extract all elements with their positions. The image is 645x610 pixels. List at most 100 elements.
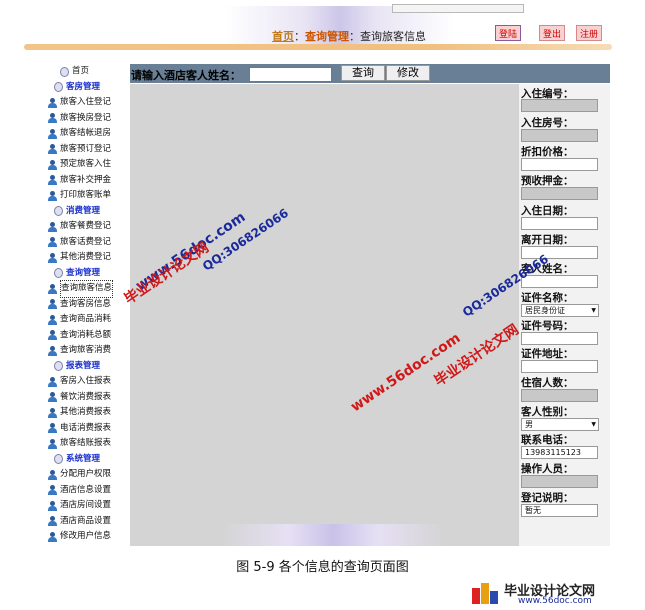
discount-label: 折扣价格：	[521, 146, 574, 158]
checkin-date-label: 入住日期：	[521, 205, 574, 217]
user-icon	[48, 159, 57, 170]
sidebar-item[interactable]: 餐饮消费报表	[48, 390, 130, 406]
user-icon	[48, 500, 57, 511]
gender-select[interactable]: 男 ▼	[521, 418, 599, 431]
guest-count-field[interactable]	[521, 389, 598, 402]
breadcrumb-separator: ：	[294, 30, 305, 43]
phone-field[interactable]: 13983115123	[521, 446, 598, 459]
sidebar-item-label: 查询旅客消费	[60, 345, 112, 355]
id-no-field[interactable]	[521, 332, 598, 345]
user-icon	[48, 407, 57, 418]
user-icon	[48, 128, 57, 139]
sidebar-category[interactable]: 消费管理	[48, 204, 130, 220]
sidebar-item-label: 电话消费报表	[60, 422, 112, 433]
user-icon	[48, 252, 57, 263]
room-no-field[interactable]	[521, 129, 598, 142]
sidebar-item[interactable]: 预定旅客入住	[48, 157, 130, 173]
sidebar-item-home[interactable]: 首页	[48, 64, 130, 80]
breadcrumb-separator: ：	[349, 30, 360, 43]
search-prompt-label: 请输入酒店客人姓名：	[131, 69, 241, 82]
sidebar-item[interactable]: 旅客餐费登记	[48, 219, 130, 235]
sidebar-category[interactable]: 报表管理	[48, 359, 130, 375]
sidebar-item-label: 旅客预订登记	[60, 143, 112, 154]
sidebar-category-label: 报表管理	[66, 360, 101, 371]
sidebar-item[interactable]: 打印旅客账单	[48, 188, 130, 204]
sidebar-item[interactable]: 其他消费报表	[48, 405, 130, 421]
note-field[interactable]: 暂无	[521, 504, 598, 517]
sidebar-item[interactable]: 查询旅客消费	[48, 343, 130, 359]
edit-button[interactable]: 修改	[386, 65, 430, 81]
user-icon	[48, 516, 57, 527]
sidebar-item[interactable]: 查询旅客信息	[48, 280, 130, 298]
sidebar-item[interactable]: 旅客换房登记	[48, 111, 130, 127]
sidebar-item[interactable]: 修改用户密码	[48, 545, 130, 547]
login-button[interactable]: 登陆	[495, 25, 521, 41]
register-button[interactable]: 注册	[576, 25, 602, 41]
user-icon	[48, 113, 57, 124]
sidebar-item[interactable]: 旅客补交押金	[48, 173, 130, 189]
user-icon	[48, 531, 57, 542]
user-icon	[48, 144, 57, 155]
checkout-date-field[interactable]	[521, 246, 598, 259]
sidebar-category[interactable]: 查询管理	[48, 266, 130, 282]
sidebar-item[interactable]: 查询客房信息	[48, 297, 130, 313]
header-top-box	[392, 4, 524, 13]
id-address-label: 证件地址：	[521, 348, 574, 360]
watermark-logo: 毕业设计论文网 www.56doc.com	[470, 580, 640, 608]
sidebar-item[interactable]: 电话消费报表	[48, 421, 130, 437]
discount-field[interactable]	[521, 158, 598, 171]
sidebar-item-label: 分配用户权限	[60, 469, 112, 479]
sidebar-item-label: 查询商品消耗	[60, 314, 112, 324]
sidebar-item[interactable]: 修改用户信息	[48, 529, 130, 545]
sidebar-category[interactable]: 系统管理	[48, 452, 130, 468]
sidebar-category[interactable]: 客房管理	[48, 80, 130, 96]
sidebar-item-label: 打印旅客账单	[60, 190, 112, 200]
user-icon	[48, 299, 57, 310]
id-type-value: 居民身份证	[525, 306, 565, 315]
sidebar-item[interactable]: 旅客预订登记	[48, 142, 130, 158]
results-grid-area[interactable]	[130, 84, 519, 546]
guest-name-field[interactable]	[521, 275, 598, 288]
id-address-field[interactable]	[521, 360, 598, 373]
breadcrumb-home-link[interactable]: 首页	[272, 30, 294, 43]
checkin-date-field[interactable]	[521, 217, 598, 230]
sidebar-item-label: 旅客结帐退房	[60, 128, 112, 138]
sidebar-item-label: 旅客入住登记	[60, 97, 112, 107]
user-icon	[48, 392, 57, 403]
sidebar-item[interactable]: 查询商品消耗	[48, 312, 130, 328]
logo-url: www.56doc.com	[518, 596, 592, 606]
breadcrumb-current: 查询旅客信息	[360, 30, 426, 43]
sidebar-item[interactable]: 酒店信息设置	[48, 483, 130, 499]
user-icon	[48, 469, 57, 480]
sidebar-item[interactable]: 其他消费登记	[48, 250, 130, 266]
search-button[interactable]: 查询	[341, 65, 385, 81]
sidebar-item[interactable]: 旅客话费登记	[48, 235, 130, 251]
operator-field[interactable]	[521, 475, 598, 488]
id-type-select[interactable]: 居民身份证 ▼	[521, 304, 599, 317]
sidebar-item-label: 首页	[72, 66, 90, 76]
dropdown-arrow-icon: ▼	[591, 307, 596, 314]
id-type-label: 证件名称：	[521, 292, 574, 304]
category-icon	[54, 82, 63, 93]
sidebar-item[interactable]: 分配用户权限	[48, 467, 130, 483]
sidebar-item[interactable]: 酒店房间设置	[48, 498, 130, 514]
sidebar-item[interactable]: 旅客结账报表	[48, 436, 130, 452]
checkin-no-field[interactable]	[521, 99, 598, 112]
sidebar-item-label: 旅客餐费登记	[60, 221, 112, 231]
user-icon	[48, 423, 57, 434]
sidebar-item[interactable]: 客房入住报表	[48, 374, 130, 390]
sidebar-item-label: 查询客房信息	[60, 298, 112, 309]
sidebar-item-label: 酒店信息设置	[60, 484, 112, 495]
category-icon	[54, 268, 63, 279]
logout-button[interactable]: 登出	[539, 25, 565, 41]
user-icon	[48, 330, 57, 341]
sidebar-category-label: 查询管理	[66, 267, 101, 278]
guest-name-search-input[interactable]	[249, 67, 332, 82]
sidebar-item[interactable]: 查询消耗总额	[48, 328, 130, 344]
deposit-field[interactable]	[521, 187, 598, 200]
sidebar-item[interactable]: 酒店商品设置	[48, 514, 130, 530]
sidebar-item[interactable]: 旅客入住登记	[48, 95, 130, 111]
sidebar-item[interactable]: 旅客结帐退房	[48, 126, 130, 142]
category-icon	[54, 206, 63, 217]
user-icon	[48, 345, 57, 356]
